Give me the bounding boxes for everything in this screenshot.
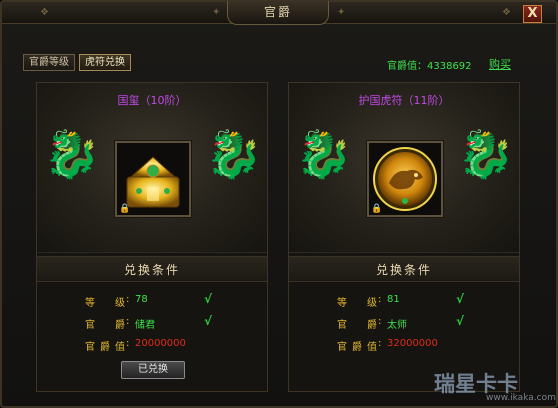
requirement-rank: 官爵 : 储君 √	[85, 314, 213, 331]
dragon-carving-icon: 🐉	[457, 127, 515, 181]
requirement-label: 官爵值	[85, 342, 125, 353]
requirement-label: 等级	[85, 298, 125, 309]
watermark: 瑞星卡卡 www.ikaka.com	[434, 366, 556, 404]
title-bar[interactable]: ❖ ✦ 官爵 ✦ ❖ X	[2, 1, 556, 25]
requirement-rank-value: 官爵值 : 20000000	[85, 338, 186, 353]
section-title: 兑换条件	[289, 256, 519, 282]
check-icon: √	[204, 314, 213, 328]
buy-link[interactable]: 购买	[489, 56, 511, 72]
watermark-url: www.ikaka.com	[486, 393, 556, 403]
title-ornament-icon: ❖	[502, 7, 511, 18]
requirement-label: 官爵	[337, 320, 377, 331]
title-ornament-icon: ✦	[337, 7, 346, 18]
requirement-value: 储君	[135, 320, 155, 331]
requirement-label: 等级	[337, 298, 377, 309]
window-title: 官爵	[227, 1, 329, 25]
requirement-value: 太师	[387, 320, 407, 331]
requirement-rank-value: 官爵值 : 32000000	[337, 338, 438, 353]
requirement-value: 81	[387, 294, 400, 305]
exchange-card-tiger-tally: 🐉 🐉 护国虎符（11阶） 🔒 兑换条件 等级: 81 √ 官爵: 太师 √…	[288, 82, 520, 392]
requirement-label: 官爵值	[337, 342, 377, 353]
item-showcase: 🐉 🐉 国玺（10阶） 🔒	[37, 83, 267, 253]
item-title: 国玺（10阶）	[117, 94, 187, 107]
requirement-label: 官爵	[85, 320, 125, 331]
lock-icon: 🔒	[119, 204, 131, 214]
close-button[interactable]: X	[523, 5, 542, 23]
rank-window: ❖ ✦ 官爵 ✦ ❖ X 官爵等级 虎符兑换 官爵值：4338692 购买 🐉 …	[0, 0, 558, 408]
item-slot[interactable]: 🔒	[115, 141, 191, 217]
exchange-card-seal: 🐉 🐉 国玺（10阶） 🔒 兑换条件 等级: 78 √ 官爵: 储君 √ 官…	[36, 82, 268, 392]
rank-value-display: 官爵值：4338692	[387, 61, 472, 72]
item-title: 护国虎符（11阶）	[358, 94, 450, 107]
item-showcase: 🐉 🐉 护国虎符（11阶） 🔒	[289, 83, 519, 253]
tab-rank-level[interactable]: 官爵等级	[23, 54, 75, 71]
dragon-carving-icon: 🐉	[43, 127, 101, 181]
requirement-value: 78	[135, 294, 148, 305]
requirement-level: 等级 : 78 √	[85, 292, 213, 309]
item-slot[interactable]: 🔒	[367, 141, 443, 217]
requirement-value: 20000000	[135, 338, 186, 349]
requirement-level: 等级 : 81 √	[337, 292, 465, 309]
requirement-rank: 官爵 : 太师 √	[337, 314, 465, 331]
redeemed-button[interactable]: 已兑换	[121, 361, 185, 379]
lock-icon: 🔒	[371, 204, 383, 214]
tab-tiger-tally-exchange[interactable]: 虎符兑换	[79, 54, 131, 71]
dragon-carving-icon: 🐉	[295, 127, 353, 181]
title-ornament-icon: ❖	[40, 7, 49, 18]
section-title: 兑换条件	[37, 256, 267, 282]
check-icon: √	[204, 292, 213, 306]
check-icon: √	[456, 314, 465, 328]
dragon-carving-icon: 🐉	[205, 127, 263, 181]
check-icon: √	[456, 292, 465, 306]
title-ornament-icon: ✦	[212, 7, 221, 18]
requirement-value: 32000000	[387, 338, 438, 349]
